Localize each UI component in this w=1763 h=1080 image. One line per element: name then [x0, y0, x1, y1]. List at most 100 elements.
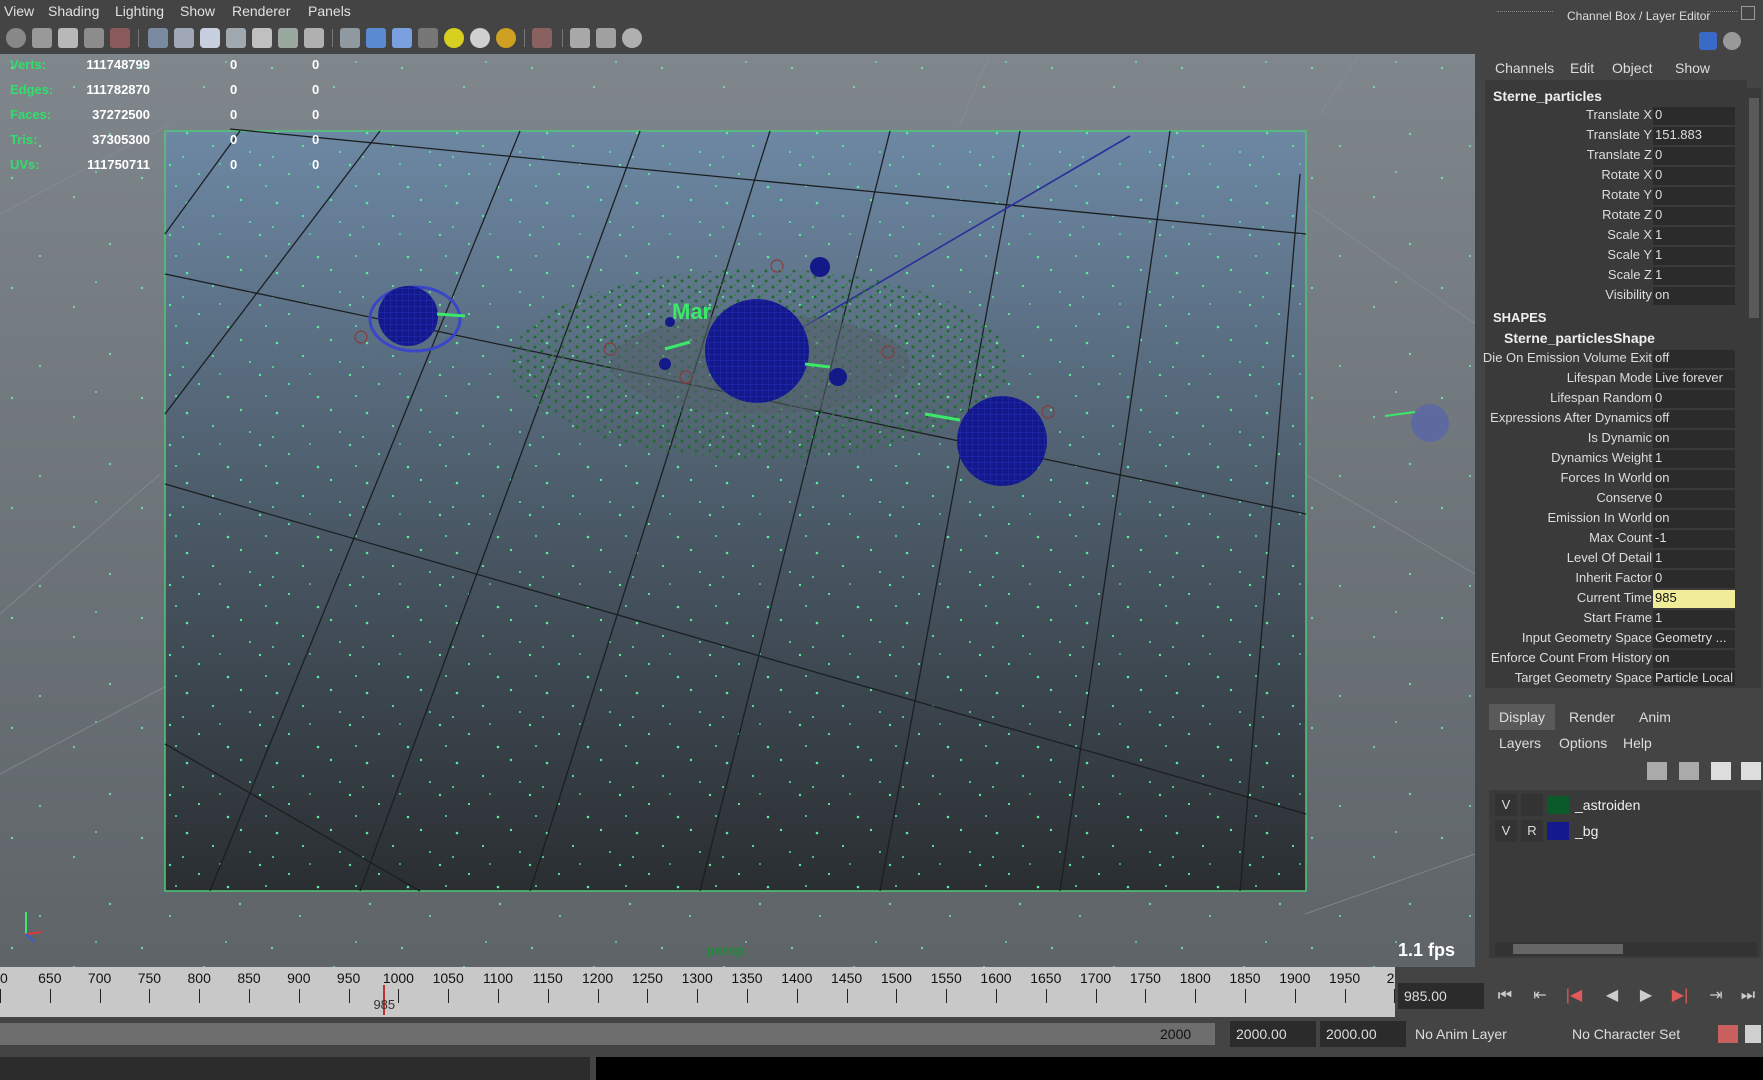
preferences-icon[interactable] — [1745, 1025, 1761, 1043]
layer-row-astroiden[interactable]: V _astroiden — [1495, 794, 1755, 816]
attr-forces-in-world[interactable]: Forces In World on — [1483, 470, 1755, 490]
attr-current-time[interactable]: Current Time 985 — [1483, 590, 1755, 610]
attr-lifespan-random[interactable]: Lifespan Random 0 — [1483, 390, 1755, 410]
step-forward-key-icon[interactable]: ⇥ — [1706, 986, 1726, 1006]
attr-conserve[interactable]: Conserve 0 — [1483, 490, 1755, 510]
attr-start-frame[interactable]: Start Frame 1 — [1483, 610, 1755, 630]
step-back-key-icon[interactable]: ⇤ — [1530, 986, 1550, 1006]
isolate-select-icon[interactable] — [532, 28, 552, 48]
attr-target-geometry-space[interactable]: Target Geometry Space Particle Local — [1483, 670, 1755, 686]
grid-icon[interactable] — [148, 28, 168, 48]
attr-emission-in-world[interactable]: Emission In World on — [1483, 510, 1755, 530]
channels-menu[interactable]: Channels — [1495, 60, 1554, 76]
smooth-shade-icon[interactable] — [366, 28, 386, 48]
move-up-layer-icon[interactable] — [1711, 762, 1731, 780]
image-plane-icon[interactable] — [84, 28, 104, 48]
attribute-editor-icon[interactable] — [1723, 32, 1741, 50]
menu-view[interactable]: View — [4, 3, 34, 19]
channel-visibility[interactable]: Visibility on — [1483, 287, 1755, 307]
viewport-persp[interactable]: Mar persp 1.1 fps — [0, 54, 1475, 967]
textured-icon[interactable] — [418, 28, 438, 48]
tab-anim[interactable]: Anim — [1625, 704, 1685, 730]
shadows-icon[interactable] — [496, 28, 516, 48]
layer-row-bg[interactable]: V R _bg — [1495, 820, 1755, 842]
scrollbar-thumb[interactable] — [1513, 944, 1623, 954]
new-layer-selected-icon[interactable] — [1679, 762, 1699, 780]
go-to-start-icon[interactable]: ⏮ — [1495, 986, 1515, 1006]
attr-level-of-detail[interactable]: Level Of Detail 1 — [1483, 550, 1755, 570]
safe-title-icon[interactable] — [304, 28, 324, 48]
grease-pencil-icon[interactable] — [110, 28, 130, 48]
share-icon[interactable] — [622, 28, 642, 48]
character-set-dropdown[interactable]: No Character Set — [1572, 1026, 1680, 1042]
gate-mask-icon[interactable] — [226, 28, 246, 48]
anim-layer-dropdown[interactable]: No Anim Layer — [1415, 1026, 1507, 1042]
channel-translate-y[interactable]: Translate Y 151.883 — [1483, 127, 1755, 147]
channel-scale-x[interactable]: Scale X1 — [1483, 227, 1755, 247]
channel-scale-z[interactable]: Scale Z1 — [1483, 267, 1755, 287]
menu-shading[interactable]: Shading — [48, 3, 99, 19]
channel-rotate-z[interactable]: Rotate Z0 — [1483, 207, 1755, 227]
float-panel-icon[interactable] — [1741, 6, 1755, 20]
attr-enforce-count-from-history[interactable]: Enforce Count From History on — [1483, 650, 1755, 670]
options-menu[interactable]: Options — [1559, 735, 1607, 751]
menu-renderer[interactable]: Renderer — [232, 3, 290, 19]
play-backwards-icon[interactable]: ◀ — [1602, 986, 1622, 1006]
new-layer-icon[interactable] — [1647, 762, 1667, 780]
all-lights-icon[interactable] — [470, 28, 490, 48]
menu-lighting[interactable]: Lighting — [115, 3, 164, 19]
channel-scrollbar[interactable] — [1747, 88, 1761, 688]
step-forward-frame-icon[interactable]: ▶| — [1670, 986, 1690, 1006]
attr-input-geometry-space[interactable]: Input Geometry Space Geometry ... — [1483, 630, 1755, 650]
autokey-icon[interactable] — [1718, 1025, 1738, 1043]
xray-joints-icon[interactable] — [596, 28, 616, 48]
help-menu[interactable]: Help — [1623, 735, 1652, 751]
play-forwards-icon[interactable]: ▶ — [1636, 986, 1656, 1006]
tab-display[interactable]: Display — [1489, 704, 1555, 730]
resolution-gate-icon[interactable] — [200, 28, 220, 48]
layer-color-swatch[interactable] — [1547, 822, 1569, 840]
edit-menu[interactable]: Edit — [1570, 60, 1594, 76]
wireframe-on-shaded-icon[interactable] — [392, 28, 412, 48]
bookmark-icon[interactable] — [58, 28, 78, 48]
layer-hscrollbar[interactable] — [1495, 942, 1757, 956]
time-slider[interactable]: 00 650 700 750 800 850 900 950 1000 1050 1100 1150 1… — [0, 967, 1395, 1017]
layer-color-swatch[interactable] — [1547, 796, 1569, 814]
layers-menu[interactable]: Layers — [1499, 735, 1541, 751]
channel-rotate-y[interactable]: Rotate Y0 — [1483, 187, 1755, 207]
channel-scale-y[interactable]: Scale Y1 — [1483, 247, 1755, 267]
attr-inherit-factor[interactable]: Inherit Factor 0 — [1483, 570, 1755, 590]
scrollbar-thumb[interactable] — [1749, 98, 1759, 318]
safe-action-icon[interactable] — [278, 28, 298, 48]
camera-attributes-icon[interactable] — [32, 28, 52, 48]
step-back-frame-icon[interactable]: |◀ — [1564, 986, 1584, 1006]
attr-expressions-after-dynamics[interactable]: Expressions After Dynamics off — [1483, 410, 1755, 430]
tab-render[interactable]: Render — [1559, 704, 1625, 730]
attr-die-on-emission-volume-exit[interactable]: Die On Emission Volume Exit off — [1483, 350, 1755, 370]
wireframe-icon[interactable] — [340, 28, 360, 48]
command-line[interactable] — [0, 1057, 590, 1080]
panel-grip[interactable] — [1707, 11, 1737, 18]
channel-rotate-x[interactable]: Rotate X0 — [1483, 167, 1755, 187]
move-down-layer-icon[interactable] — [1741, 762, 1761, 780]
field-chart-icon[interactable] — [252, 28, 272, 48]
film-gate-icon[interactable] — [174, 28, 194, 48]
object-menu[interactable]: Object — [1612, 60, 1652, 76]
attr-is-dynamic[interactable]: Is Dynamic on — [1483, 430, 1755, 450]
attr-lifespan-mode[interactable]: Lifespan Mode Live forever — [1483, 370, 1755, 390]
anim-end-field[interactable]: 2000.00 — [1230, 1021, 1316, 1047]
playback-end-field[interactable]: 2000.00 — [1320, 1021, 1406, 1047]
channel-translate-x[interactable]: Translate X0 — [1483, 107, 1755, 127]
attr-dynamics-weight[interactable]: Dynamics Weight 1 — [1483, 450, 1755, 470]
channel-translate-z[interactable]: Translate Z0 — [1483, 147, 1755, 167]
range-slider[interactable] — [0, 1023, 1215, 1045]
current-frame-field[interactable]: 985.00 — [1398, 983, 1484, 1009]
go-to-end-icon[interactable]: ⏭ — [1738, 986, 1758, 1006]
default-lighting-icon[interactable] — [444, 28, 464, 48]
attr-max-count[interactable]: Max Count -1 — [1483, 530, 1755, 550]
camera-select-icon[interactable] — [6, 28, 26, 48]
show-menu[interactable]: Show — [1675, 60, 1710, 76]
menu-panels[interactable]: Panels — [308, 3, 351, 19]
xray-icon[interactable] — [570, 28, 590, 48]
channel-box-icon[interactable] — [1699, 32, 1717, 50]
